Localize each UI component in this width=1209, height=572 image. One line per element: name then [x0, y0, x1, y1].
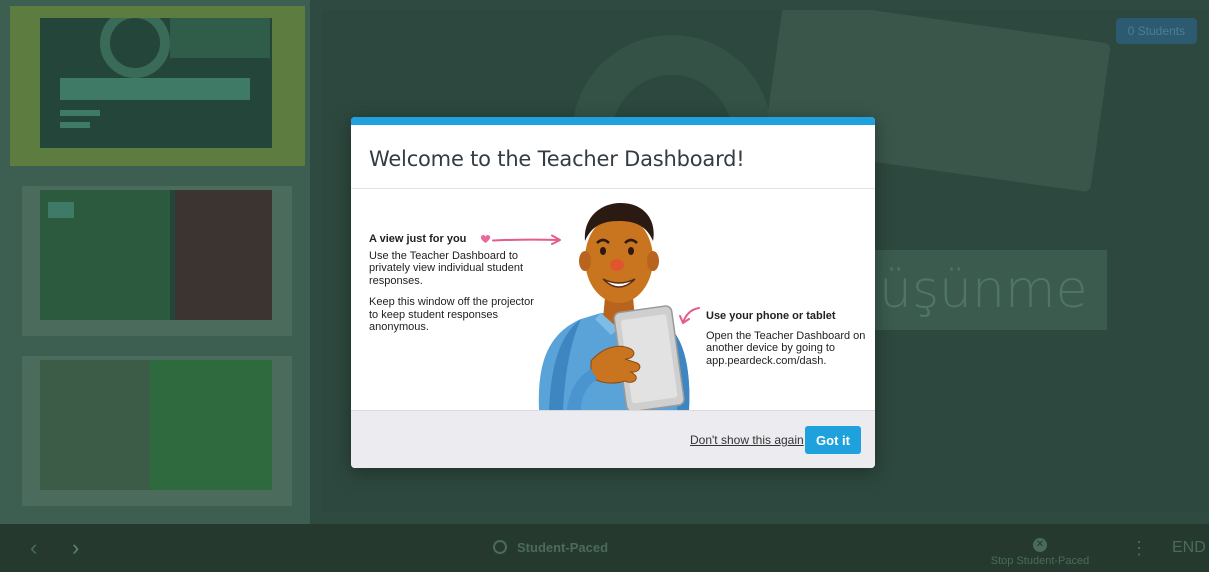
- modal-header: Welcome to the Teacher Dashboard!: [351, 125, 875, 189]
- welcome-modal: Welcome to the Teacher Dashboard! A view…: [351, 117, 875, 468]
- curved-arrow-icon: [679, 307, 700, 324]
- modal-footer: Don't show this again Got it: [351, 410, 875, 468]
- phone-or-tablet-section: Use your phone or tablet Open the Teache…: [706, 310, 866, 367]
- section-text: Keep this window off the projector to ke…: [369, 296, 534, 333]
- heart-icon: [480, 234, 491, 243]
- modal-title: Welcome to the Teacher Dashboard!: [369, 147, 745, 171]
- got-it-button[interactable]: Got it: [805, 426, 861, 454]
- modal-body: A view just for you Use the Teacher Dash…: [351, 189, 875, 410]
- teacher-illustration: [538, 203, 690, 410]
- dont-show-again-link[interactable]: Don't show this again: [690, 433, 804, 447]
- section-text: Open the Teacher Dashboard on another de…: [706, 329, 866, 367]
- section-text: Use the Teacher Dashboard to privately v…: [369, 249, 524, 287]
- section-heading: Use your phone or tablet: [706, 310, 836, 322]
- view-just-for-you-section: A view just for you Use the Teacher Dash…: [369, 233, 544, 343]
- modal-accent-bar: [351, 117, 875, 125]
